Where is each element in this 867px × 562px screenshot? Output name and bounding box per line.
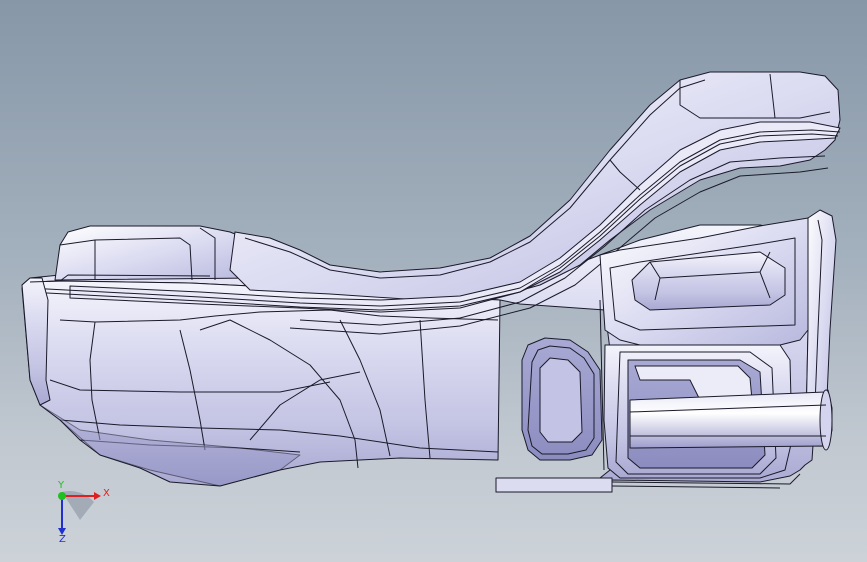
- bottom-tab-edge-line: [611, 485, 781, 489]
- y-axis-label: Y: [57, 480, 65, 491]
- tube-end: [819, 389, 833, 451]
- x-arrowhead-icon: [94, 492, 101, 500]
- tube-surface: [629, 389, 833, 449]
- orientation-triad: X Z Y: [57, 480, 110, 545]
- graphics-viewport[interactable]: [0, 0, 867, 562]
- x-axis-label: X: [103, 488, 110, 499]
- bottom-tab-surface: [495, 477, 613, 493]
- window-surface: [539, 357, 583, 443]
- part-model[interactable]: [21, 71, 841, 493]
- y-axis-dot: [58, 492, 66, 500]
- left-pocket-surface: [54, 225, 256, 281]
- z-axis-label: Z: [59, 534, 66, 545]
